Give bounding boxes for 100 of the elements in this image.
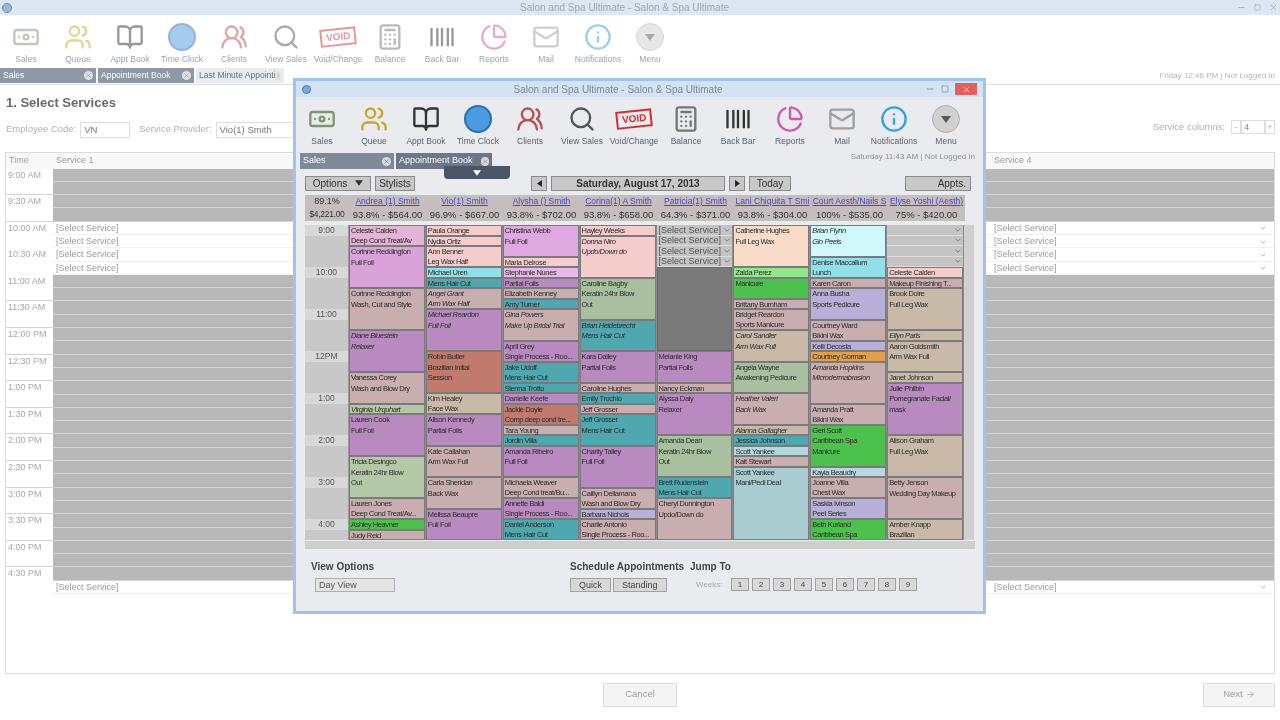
field-label: Employee Code:	[6, 122, 77, 137]
toolbar-button[interactable]: VOID Void/Change	[608, 105, 660, 146]
time-label: 11:30 AM	[7, 301, 46, 315]
week-button[interactable]: 2	[752, 578, 770, 591]
week-button[interactable]: 1	[731, 578, 749, 591]
service-select[interactable]: [Select Service]	[656, 225, 733, 236]
close-icon[interactable]	[1269, 3, 1278, 12]
view-select[interactable]: Day View	[315, 578, 395, 592]
next-day-button[interactable]	[729, 175, 745, 191]
app-icon	[2, 2, 12, 13]
stylist-link[interactable]: Patricia(1) Smith	[657, 195, 734, 208]
tab[interactable]: Sales	[300, 153, 394, 169]
week-button[interactable]: 3	[773, 578, 791, 591]
column-header: Service 1	[55, 153, 95, 167]
service-select[interactable]: [Select Service]	[53, 221, 294, 236]
close-icon[interactable]	[84, 71, 93, 80]
close-icon[interactable]	[182, 71, 191, 80]
service-dropdown[interactable]	[887, 256, 964, 267]
service-select[interactable]: [Select Service]	[53, 235, 294, 249]
pie-chart-icon	[776, 105, 804, 133]
column-header: Time	[8, 153, 30, 167]
service-select[interactable]: [Select Service]	[991, 235, 1274, 249]
toolbar-button[interactable]: Queue	[348, 105, 400, 146]
toolbar-button[interactable]: Clients	[504, 105, 556, 146]
week-button[interactable]: 9	[899, 578, 917, 591]
caret-icon	[1260, 585, 1266, 590]
toolbar-button[interactable]: Balance	[660, 105, 712, 146]
tab[interactable]: Last Minute Appointi	[196, 68, 284, 83]
people-icon	[64, 23, 92, 51]
stylist-link[interactable]: Court Aesth/Nails S	[811, 195, 888, 208]
service-dropdown[interactable]	[887, 225, 964, 236]
status-text: Friday 12:46 PM | Not Logged In	[1159, 69, 1275, 82]
tab[interactable]: Sales	[0, 68, 96, 83]
close-icon[interactable]	[382, 156, 391, 166]
week-button[interactable]: 8	[878, 578, 896, 591]
void-stamp: VOID	[614, 108, 654, 130]
menu-icon	[932, 105, 960, 133]
utilization-percent: 89.1%	[305, 195, 349, 208]
schedule-button[interactable]: Quick	[570, 578, 611, 592]
stylist-stats: 64.3% - $371.00	[657, 208, 734, 221]
maximize-icon[interactable]	[941, 85, 949, 93]
horizontal-scrollbar[interactable]	[305, 541, 975, 549]
toolbar-button[interactable]: Time Clock	[452, 105, 504, 146]
time-label: 4:00	[305, 519, 348, 530]
service-select[interactable]: [Select Service]	[991, 248, 1274, 262]
close-button[interactable]	[955, 83, 977, 95]
previous-day-button[interactable]	[531, 175, 547, 191]
appts-button[interactable]: Appts.	[905, 175, 971, 191]
caret-icon	[1260, 226, 1266, 231]
service-select[interactable]: [Select Service]	[656, 246, 733, 257]
service-dropdown[interactable]	[887, 246, 964, 257]
service-select[interactable]: [Select Service]	[53, 580, 294, 595]
tab[interactable]: Appointment Book	[396, 153, 492, 169]
service-select[interactable]: [Select Service]	[991, 221, 1274, 236]
toolbar-button[interactable]: Appt Book	[400, 105, 452, 146]
schedule-button[interactable]: Standing	[613, 578, 667, 592]
time-label: 1:00	[305, 393, 348, 404]
stylist-link[interactable]: Vio(1) Smith	[426, 195, 503, 208]
toolbar-button[interactable]: Notifications	[868, 105, 920, 146]
time-label: 3:30 PM	[7, 514, 42, 528]
employee-code-field[interactable]: VN	[80, 121, 131, 138]
service-select[interactable]: [Select Service]	[53, 248, 294, 262]
service-select[interactable]: [Select Service]	[53, 261, 294, 276]
week-button[interactable]: 7	[857, 578, 875, 591]
time-label: 12PM	[305, 351, 348, 362]
options-button[interactable]: Options	[305, 175, 371, 191]
close-icon[interactable]	[480, 156, 489, 166]
tab[interactable]: Appointment Book	[98, 68, 194, 83]
column-header: Service 4	[993, 153, 1033, 167]
week-button[interactable]: 4	[794, 578, 812, 591]
toolbar-button[interactable]: Menu	[920, 105, 972, 146]
toolbar-button[interactable]: Mail	[816, 105, 868, 146]
window-title: Salon and Spa Ultimate - Salon & Spa Ultimate	[512, 82, 724, 97]
stylist-link[interactable]: Elyse Yoshi (Aesth)	[888, 195, 965, 208]
toolbar-button[interactable]: Back Bar	[712, 105, 764, 146]
toolbar-button[interactable]: Reports	[764, 105, 816, 146]
service-dropdown[interactable]	[887, 235, 964, 246]
time-label: 12:00 PM	[7, 328, 47, 342]
vertical-scrollbar[interactable]	[964, 225, 975, 540]
toolbar-button[interactable]: Sales	[296, 105, 348, 146]
service-columns-field[interactable]: 4	[1241, 120, 1265, 135]
time-label: 11:00 AM	[7, 274, 46, 288]
drawer-handle[interactable]	[444, 166, 510, 179]
pie-chart-icon	[480, 23, 508, 51]
field-label: Service columns:	[1152, 120, 1225, 134]
stylist-stats: 100% - $535.00	[811, 208, 888, 221]
caret-icon	[1260, 253, 1266, 258]
stylist-stats: 75% - $420.00	[888, 208, 965, 221]
service-select[interactable]: [Select Service]	[991, 580, 1274, 595]
toolbar-button[interactable]: View Sales	[556, 105, 608, 146]
week-button[interactable]: 5	[815, 578, 833, 591]
today-button[interactable]: Today	[749, 175, 791, 191]
service-select[interactable]: [Select Service]	[991, 261, 1274, 276]
stylists-button[interactable]: Stylists	[375, 175, 415, 191]
maximize-icon[interactable]	[1254, 4, 1261, 11]
week-button[interactable]: 6	[836, 578, 854, 591]
stylist-link[interactable]: Alysha () Smith	[503, 195, 580, 208]
stylist-link[interactable]: Corina(1) A Smith	[580, 195, 657, 208]
stylist-link[interactable]: Andrea (1) Smith	[349, 195, 426, 208]
stylist-link[interactable]: Lani Chiquita T Smi	[734, 195, 811, 208]
